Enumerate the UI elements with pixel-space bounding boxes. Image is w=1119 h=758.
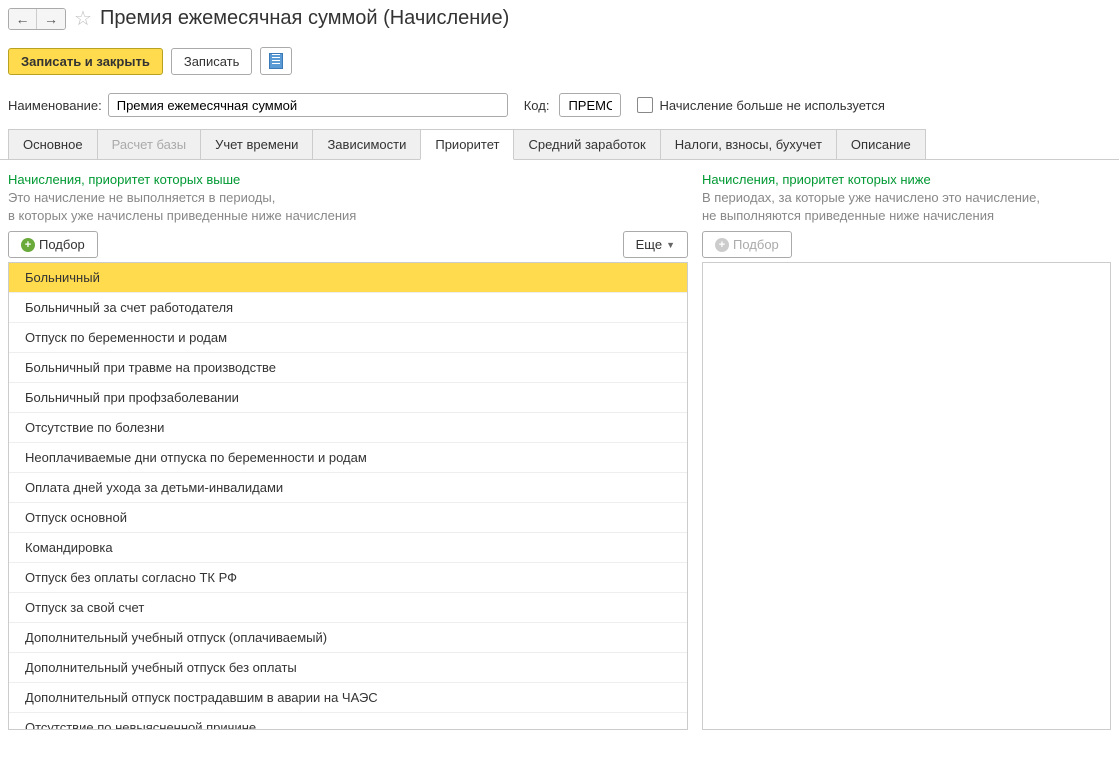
unused-checkbox[interactable] (637, 97, 653, 113)
plus-icon: + (715, 238, 729, 252)
code-input[interactable] (559, 93, 621, 117)
lower-list[interactable] (702, 262, 1111, 730)
tab-2[interactable]: Учет времени (200, 129, 313, 159)
lower-panel-desc: В периодах, за которые уже начислено это… (702, 189, 1111, 225)
tab-6[interactable]: Налоги, взносы, бухучет (660, 129, 837, 159)
code-label: Код: (524, 98, 550, 113)
pick-higher-button[interactable]: + Подбор (8, 231, 98, 258)
forward-button[interactable]: → (37, 9, 65, 29)
list-item[interactable]: Больничный при травме на производстве (9, 353, 687, 383)
list-item[interactable]: Дополнительный учебный отпуск без оплаты (9, 653, 687, 683)
save-button[interactable]: Записать (171, 48, 253, 75)
lower-priority-panel: Начисления, приоритет которых ниже В пер… (702, 172, 1111, 730)
back-button[interactable]: ← (9, 9, 37, 29)
name-label: Наименование: (8, 98, 102, 113)
list-item[interactable]: Отпуск основной (9, 503, 687, 533)
list-item[interactable]: Отпуск по беременности и родам (9, 323, 687, 353)
tab-3[interactable]: Зависимости (312, 129, 421, 159)
list-item[interactable]: Отпуск за свой счет (9, 593, 687, 623)
more-button[interactable]: Еще ▼ (623, 231, 688, 258)
list-item[interactable]: Дополнительный учебный отпуск (оплачивае… (9, 623, 687, 653)
tab-1[interactable]: Расчет базы (97, 129, 202, 159)
tab-4[interactable]: Приоритет (420, 129, 514, 160)
higher-priority-panel: Начисления, приоритет которых выше Это н… (8, 172, 688, 730)
tabs: ОсновноеРасчет базыУчет времениЗависимос… (0, 129, 1119, 160)
tab-7[interactable]: Описание (836, 129, 926, 159)
list-item[interactable]: Больничный (9, 263, 687, 293)
unused-label: Начисление больше не используется (659, 98, 884, 113)
document-button[interactable] (260, 47, 292, 75)
tab-0[interactable]: Основное (8, 129, 98, 159)
tab-5[interactable]: Средний заработок (513, 129, 660, 159)
document-icon (269, 53, 283, 69)
higher-panel-title: Начисления, приоритет которых выше (8, 172, 688, 187)
higher-list[interactable]: БольничныйБольничный за счет работодател… (8, 262, 688, 730)
list-item[interactable]: Неоплачиваемые дни отпуска по беременнос… (9, 443, 687, 473)
list-item[interactable]: Дополнительный отпуск пострадавшим в ава… (9, 683, 687, 713)
pick-lower-button[interactable]: + Подбор (702, 231, 792, 258)
list-item[interactable]: Отсутствие по невыясненной причине (9, 713, 687, 730)
list-item[interactable]: Оплата дней ухода за детьми-инвалидами (9, 473, 687, 503)
list-item[interactable]: Отпуск без оплаты согласно ТК РФ (9, 563, 687, 593)
list-item[interactable]: Больничный за счет работодателя (9, 293, 687, 323)
plus-icon: + (21, 238, 35, 252)
lower-panel-title: Начисления, приоритет которых ниже (702, 172, 1111, 187)
chevron-down-icon: ▼ (666, 240, 675, 250)
save-close-button[interactable]: Записать и закрыть (8, 48, 163, 75)
higher-panel-desc: Это начисление не выполняется в периоды,… (8, 189, 688, 225)
favorite-icon[interactable]: ☆ (74, 6, 92, 31)
nav-group: ← → (8, 8, 66, 30)
name-input[interactable] (108, 93, 508, 117)
page-title: Премия ежемесячная суммой (Начисление) (100, 7, 509, 30)
list-item[interactable]: Больничный при профзаболевании (9, 383, 687, 413)
list-item[interactable]: Командировка (9, 533, 687, 563)
list-item[interactable]: Отсутствие по болезни (9, 413, 687, 443)
